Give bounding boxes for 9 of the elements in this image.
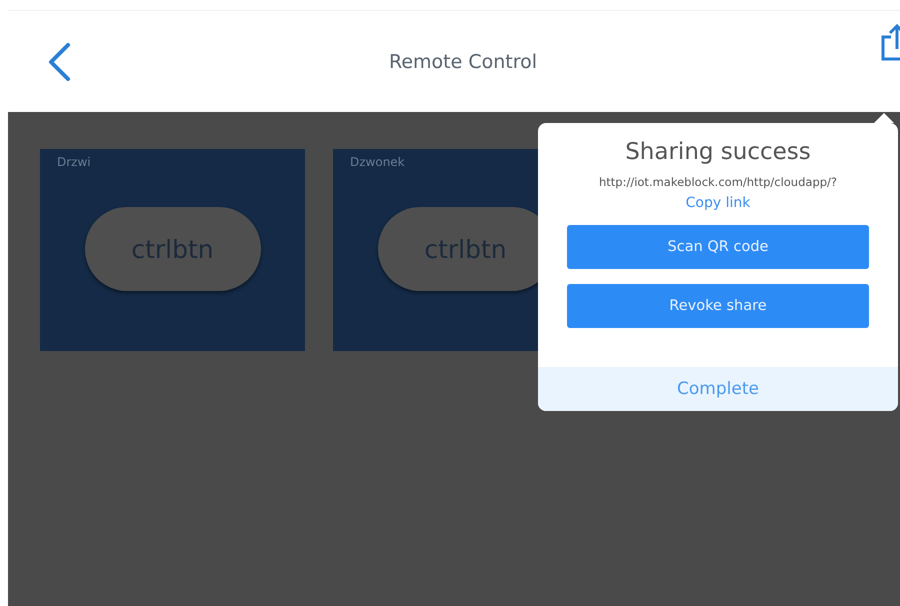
action-button[interactable]: Revoke share — [567, 284, 869, 328]
complete-button[interactable]: Complete — [538, 367, 898, 411]
card-label: Dzwonek — [350, 155, 405, 169]
popover-title: Sharing success — [625, 139, 811, 165]
action-button[interactable]: Scan QR code — [567, 225, 869, 269]
back-icon — [46, 42, 72, 82]
copy-link[interactable]: Copy link — [686, 195, 750, 211]
card-label: Drzwi — [57, 155, 91, 169]
page-title: Remote Control — [388, 50, 538, 72]
